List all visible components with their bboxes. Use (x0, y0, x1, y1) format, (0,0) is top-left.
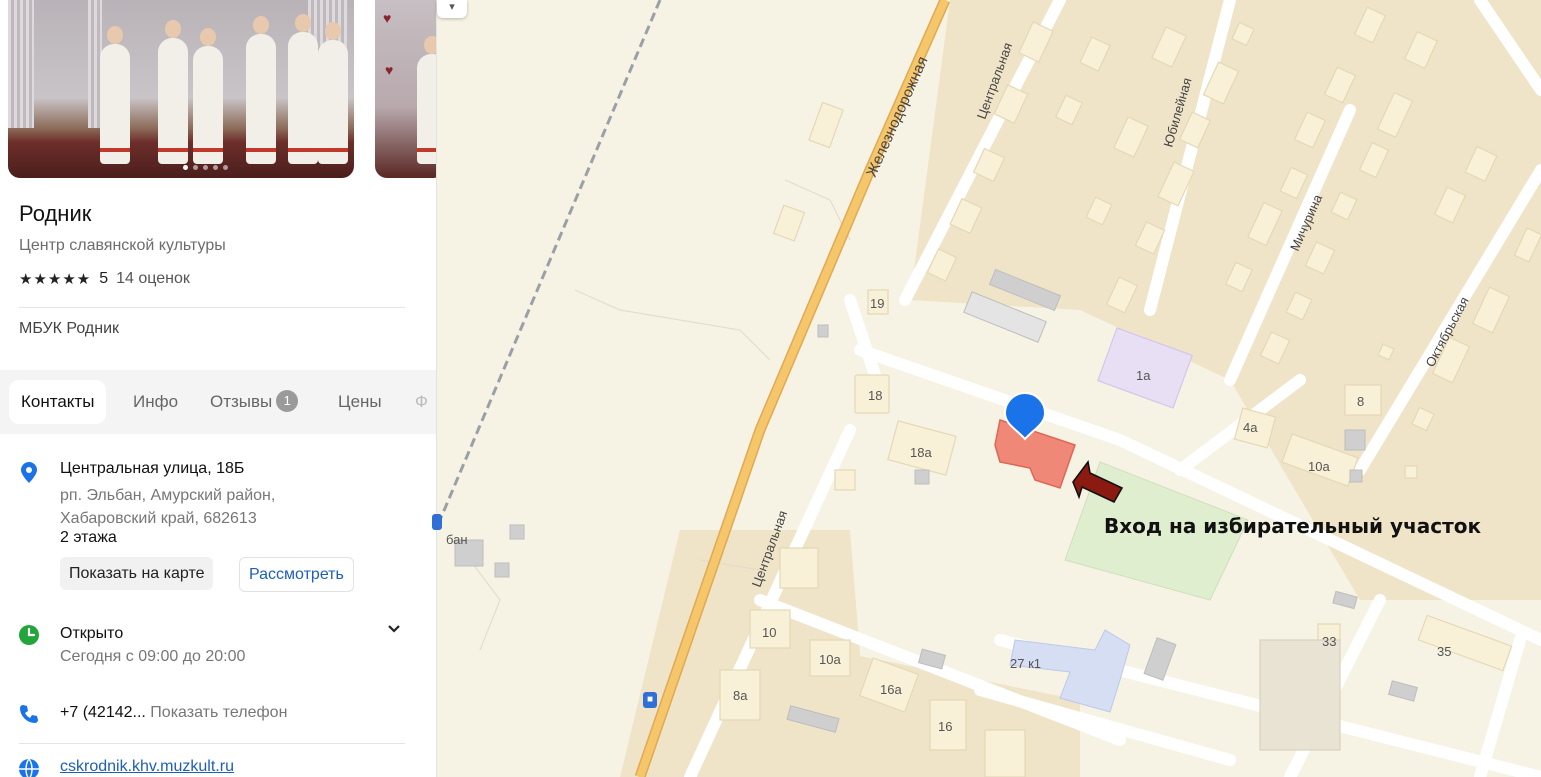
tab-bar: Контакты Инфо Отзывы 1 Цены Ф (0, 370, 436, 434)
floors-count: 2 этажа (60, 529, 117, 546)
house-4a: 4а (1243, 420, 1258, 435)
show-on-map-button[interactable]: Показать на карте (60, 557, 214, 590)
photo-gallery-main[interactable] (8, 0, 354, 178)
place-category: Центр славянской культуры (19, 237, 226, 254)
map-canvas[interactable]: 19 18 18а 1а 4а 8 10а 10 10а 16а 8а 16 2… (432, 0, 1541, 777)
house-33: 33 (1322, 634, 1336, 649)
organization-name: МБУК Родник (19, 320, 120, 337)
bus-stop-icon[interactable] (432, 514, 442, 530)
house-16a: 16а (880, 682, 902, 697)
house-16: 16 (938, 719, 952, 734)
place-card: ♥ ♥ Родник Центр славянской культуры ★★★… (0, 0, 437, 777)
house-35: 35 (1437, 644, 1451, 659)
house-19: 19 (870, 296, 884, 311)
divider (19, 307, 405, 308)
chevron-down-icon[interactable] (386, 622, 402, 638)
tab-reviews-label: Отзывы (210, 392, 273, 411)
photo-gallery-next[interactable]: ♥ ♥ (375, 0, 436, 178)
gallery-dots[interactable] (183, 165, 228, 170)
open-status: Открыто (60, 625, 124, 642)
working-hours: Сегодня с 09:00 до 20:00 (60, 648, 246, 665)
address-street: Центральная улица, 18Б (60, 460, 245, 477)
show-phone-link[interactable]: Показать телефон (150, 704, 287, 721)
house-27k1: 27 к1 (1010, 656, 1041, 671)
rating-row[interactable]: ★★★★★ 5 14 оценок (19, 270, 190, 288)
clock-icon (18, 624, 40, 651)
view-panorama-button[interactable]: Рассмотреть (239, 557, 354, 592)
tab-reviews[interactable]: Отзывы 1 (198, 380, 310, 424)
tab-photos[interactable]: Ф (403, 380, 436, 424)
street-zheleznodorozhnaya: Железнодорожная (863, 54, 931, 180)
house-8: 8 (1357, 394, 1364, 409)
entrance-annotation: Вход на избирательный участок (1104, 514, 1482, 538)
tab-info[interactable]: Инфо (121, 380, 190, 424)
railway-line (438, 0, 662, 521)
phone-number[interactable]: +7 (42142... Показать телефон (60, 704, 287, 722)
map-control-button[interactable]: ▾ (437, 0, 467, 18)
house-10a-east: 10а (1308, 459, 1330, 474)
rating-count[interactable]: 14 оценок (116, 270, 190, 288)
star-icon: ★★★★★ (19, 271, 92, 288)
tab-contacts[interactable]: Контакты (9, 380, 107, 424)
house-18a: 18а (910, 445, 932, 460)
location-pin-icon (18, 461, 40, 490)
house-10a: 10а (819, 652, 841, 667)
address-region: рп. Эльбан, Амурский район, Хабаровский … (60, 487, 276, 527)
divider (19, 743, 405, 744)
house-1a: 1а (1136, 368, 1151, 383)
station-name: бан (446, 532, 468, 547)
phone-value: +7 (42142... (60, 704, 146, 721)
rating-value: 5 (99, 270, 109, 287)
house-18: 18 (868, 388, 882, 403)
tab-prices[interactable]: Цены (326, 380, 394, 424)
phone-icon (18, 703, 40, 730)
place-title: Родник (19, 201, 92, 226)
website-link[interactable]: cskrodnik.khv.muzkult.ru (60, 758, 234, 776)
reviews-badge: 1 (276, 390, 299, 412)
house-8a: 8а (733, 688, 748, 703)
bus-stop-icon[interactable]: ■ (643, 692, 657, 708)
globe-icon (18, 758, 40, 777)
map-svg[interactable]: 19 18 18а 1а 4а 8 10а 10 10а 16а 8а 16 2… (437, 0, 1541, 777)
house-10: 10 (762, 625, 776, 640)
